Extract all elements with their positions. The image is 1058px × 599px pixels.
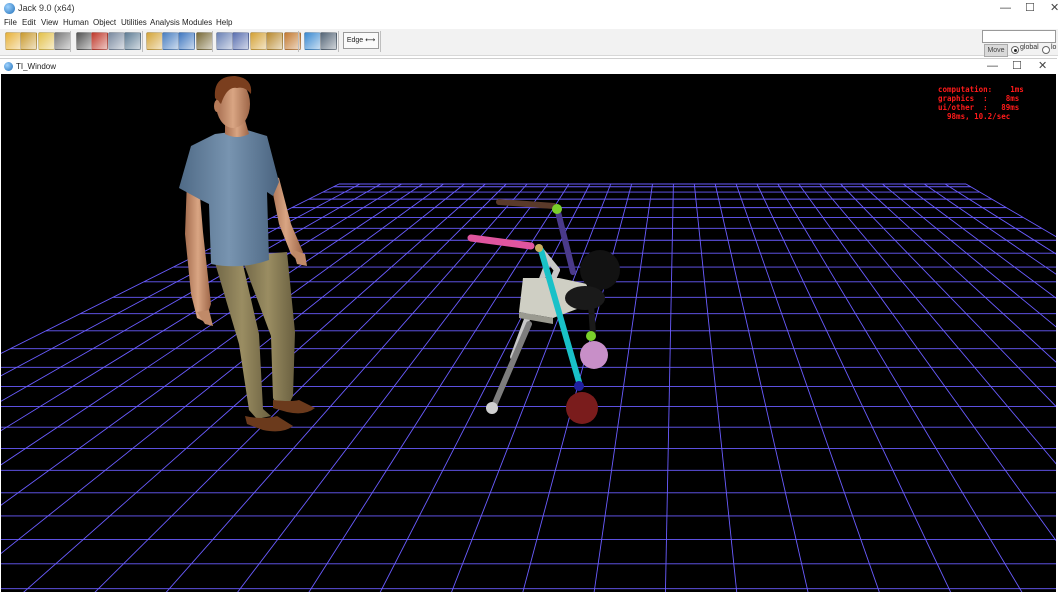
- toolbar-tool-icon[interactable]: [196, 32, 213, 50]
- toolbar-tool-icon[interactable]: [266, 32, 283, 50]
- inner-window-title-bar: TI_Window — ☐ ✕: [0, 58, 1057, 74]
- close-icon[interactable]: ✕: [1050, 3, 1058, 14]
- menu-edit[interactable]: Edit: [22, 18, 36, 27]
- grid-line: [379, 183, 591, 592]
- stats-graphics: graphics : 8ms: [938, 94, 1020, 103]
- performance-stats: computation: 1ms graphics : 8ms ui/other :…: [938, 85, 1024, 121]
- grid-line: [693, 183, 738, 592]
- grid-line: [756, 183, 952, 592]
- toolbar: Edge ⟷ Move global lo: [0, 29, 1058, 57]
- grid-line: [923, 183, 1056, 275]
- toolbar-tool-icon[interactable]: [320, 32, 337, 50]
- grid-line: [593, 183, 653, 592]
- stats-ui-other: ui/other : 89ms: [938, 103, 1020, 112]
- radio-local[interactable]: [1042, 46, 1050, 54]
- toolbar-tool-icon[interactable]: [304, 32, 321, 50]
- inner-close-icon[interactable]: ✕: [1038, 61, 1047, 72]
- grid-line: [664, 183, 674, 592]
- toolbar-separator: [338, 31, 339, 52]
- menu-modules[interactable]: Modules: [182, 18, 212, 27]
- human-figure[interactable]: [179, 76, 315, 432]
- grid-line: [819, 183, 1056, 465]
- toolbar-separator: [380, 31, 381, 52]
- left-shoe: [245, 416, 293, 432]
- inner-maximize-icon[interactable]: ☐: [1012, 61, 1022, 72]
- menu-view[interactable]: View: [41, 18, 58, 27]
- grid-line: [735, 183, 880, 592]
- inner-minimize-icon[interactable]: —: [987, 61, 998, 72]
- inner-window-title: TI_Window: [16, 62, 57, 71]
- radio-local-label: lo: [1051, 44, 1057, 51]
- radio-global-label: global: [1020, 44, 1039, 51]
- stats-total: 98ms, 10.2/sec: [938, 112, 1011, 121]
- 3d-viewport[interactable]: computation: 1ms graphics : 8ms ui/other :…: [1, 74, 1056, 592]
- grid-line: [882, 183, 1056, 328]
- menu-analysis[interactable]: Analysis: [150, 18, 180, 27]
- menu-help[interactable]: Help: [216, 18, 232, 27]
- toolbar-tool-icon[interactable]: [216, 32, 233, 50]
- radio-global[interactable]: [1011, 46, 1019, 54]
- right-shoe: [273, 400, 315, 414]
- toolbar-separator: [212, 31, 213, 52]
- toolbar-separator: [298, 31, 299, 52]
- grid-line: [714, 183, 809, 592]
- toolbar-tool-icon[interactable]: [20, 32, 37, 50]
- command-input[interactable]: [982, 30, 1056, 43]
- scene-svg: [1, 76, 1056, 592]
- grid-line: [944, 183, 1056, 255]
- menu-utilities[interactable]: Utilities: [121, 18, 147, 27]
- app-title-bar: Jack 9.0 (x64) — ☐ ✕: [0, 0, 1058, 17]
- toolbar-tool-icon[interactable]: [162, 32, 179, 50]
- app-title: Jack 9.0 (x64): [18, 3, 75, 13]
- toolbar-tool-icon[interactable]: [38, 32, 55, 50]
- edge-button[interactable]: Edge ⟷: [343, 32, 379, 49]
- menu-object[interactable]: Object: [93, 18, 116, 27]
- grid-line: [840, 183, 1056, 408]
- stats-computation: computation: 1ms: [938, 85, 1024, 94]
- jack-logo-icon: [4, 3, 15, 14]
- toolbar-tool-icon[interactable]: [91, 32, 108, 50]
- toolbar-separator: [70, 31, 71, 52]
- move-button[interactable]: Move: [984, 44, 1008, 57]
- toolbar-tool-icon[interactable]: [178, 32, 195, 50]
- toolbar-tool-icon[interactable]: [146, 32, 163, 50]
- menu-human[interactable]: Human: [63, 18, 89, 27]
- toolbar-tool-icon[interactable]: [250, 32, 267, 50]
- grid-line: [903, 183, 1056, 299]
- grid-line: [777, 183, 1023, 592]
- grid-line: [861, 183, 1056, 363]
- menu-file[interactable]: File: [4, 18, 17, 27]
- minimize-icon[interactable]: —: [1000, 3, 1011, 14]
- toolbar-tool-icon[interactable]: [124, 32, 141, 50]
- window-logo-icon: [4, 62, 13, 71]
- toolbar-tool-icon[interactable]: [232, 32, 249, 50]
- toolbar-tool-icon[interactable]: [108, 32, 125, 50]
- toolbar-tool-icon[interactable]: [54, 32, 71, 50]
- maximize-icon[interactable]: ☐: [1025, 3, 1035, 14]
- grid-line: [798, 183, 1056, 542]
- toolbar-separator: [142, 31, 143, 52]
- grid-line: [1, 183, 361, 377]
